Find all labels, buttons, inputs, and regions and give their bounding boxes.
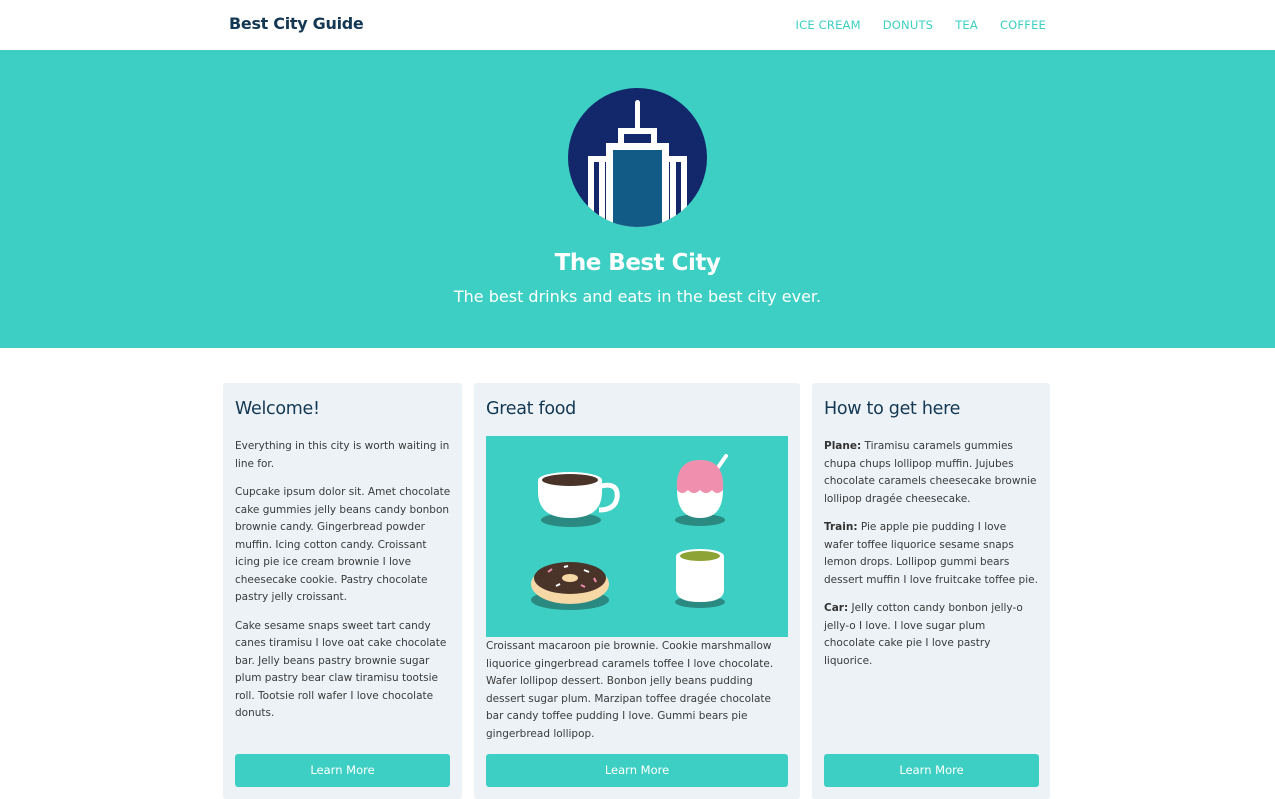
welcome-card: Welcome! Everything in this city is wort… [223,383,462,799]
card-body: Everything in this city is worth waiting… [235,438,451,734]
tea-cup-icon [675,549,725,608]
learn-more-button[interactable]: Learn More [824,754,1039,787]
paragraph: Cupcake ipsum dolor sit. Amet chocolate … [235,486,451,603]
learn-more-button[interactable]: Learn More [235,754,450,787]
how-to-get-here-card: How to get here Plane: Tiramisu caramels… [812,383,1050,799]
brand-title[interactable]: Best City Guide [229,14,364,33]
nav-link-tea[interactable]: TEA [955,18,978,32]
food-illustration [486,436,788,637]
nav-link-donuts[interactable]: DONUTS [883,18,933,32]
main-nav: ICE CREAM DONUTS TEA COFFEE [796,18,1046,32]
train-label: Train: [824,521,858,533]
top-navbar: Best City Guide ICE CREAM DONUTS TEA COF… [0,0,1275,50]
great-food-card: Great food Croissant macaroon pie browni… [474,383,800,799]
plane-label: Plane: [824,440,862,452]
nav-link-coffee[interactable]: COFFEE [1000,18,1046,32]
hero-title: The Best City [554,250,721,276]
car-paragraph: Car: Jelly cotton candy bonbon jelly-o j… [824,600,1039,670]
card-title: How to get here [824,399,961,419]
city-skyscraper-icon [568,88,707,227]
paragraph: Cake sesame snaps sweet tart candy canes… [235,619,447,720]
card-body: Croissant macaroon pie brownie. Cookie m… [486,638,786,754]
paragraph: Croissant macaroon pie brownie. Cookie m… [486,640,774,740]
learn-more-button[interactable]: Learn More [486,754,788,787]
paragraph: Everything in this city is worth waiting… [235,440,450,470]
hero-subtitle: The best drinks and eats in the best cit… [453,287,822,306]
hero-banner: The Best City The best drinks and eats i… [0,50,1275,348]
car-label: Car: [824,602,849,614]
card-body: Plane: Tiramisu caramels gummies chupa c… [824,438,1039,681]
car-text: Jelly cotton candy bonbon jelly-o jelly-… [824,602,1023,667]
nav-link-ice-cream[interactable]: ICE CREAM [796,18,861,32]
plane-paragraph: Plane: Tiramisu caramels gummies chupa c… [824,438,1039,508]
train-paragraph: Train: Pie apple pie pudding I love wafe… [824,519,1039,589]
card-title: Welcome! [235,399,320,419]
card-title: Great food [486,399,576,419]
donut-icon [531,562,609,610]
